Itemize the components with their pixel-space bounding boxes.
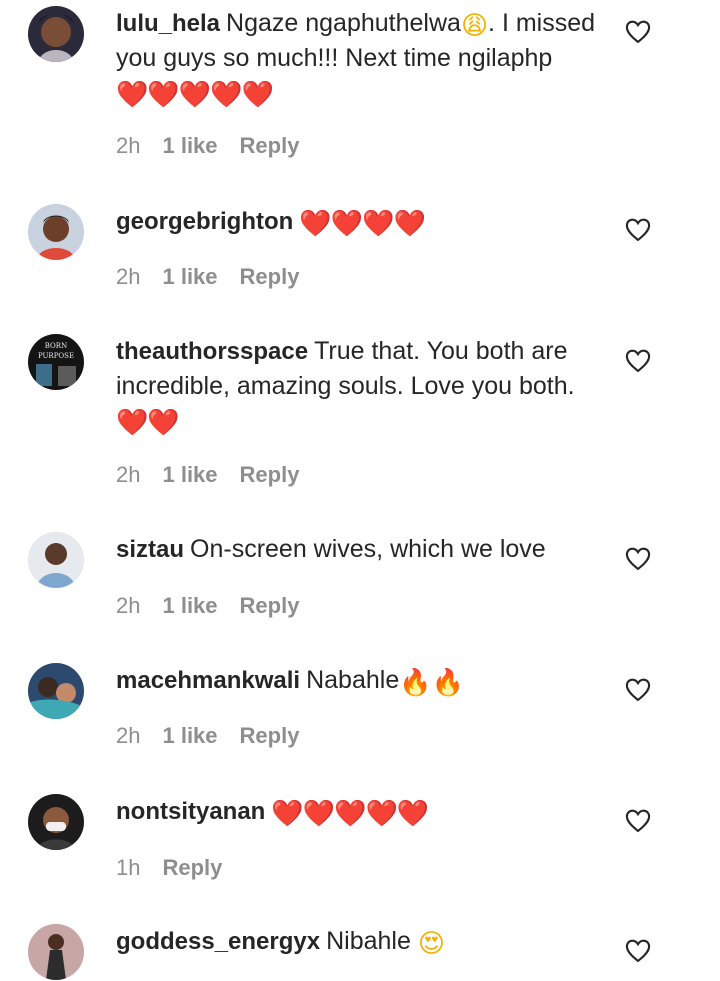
fire-emoji: 🔥🔥 — [399, 668, 464, 698]
comment-body: georgebrighton ❤️❤️❤️❤️ — [116, 204, 611, 239]
username[interactable]: siztau — [116, 536, 184, 563]
like-heart-icon[interactable] — [624, 216, 652, 244]
reply-button[interactable]: Reply — [240, 592, 300, 620]
timestamp: 2h — [116, 462, 141, 487]
like-heart-icon[interactable] — [624, 807, 652, 835]
comment-body: lulu_hela Ngaze ngaphuthelwa😩. I missed y… — [116, 6, 611, 110]
avatar-image — [28, 794, 84, 850]
comment-item: lulu_hela Ngaze ngaphuthelwa😩. I missed y… — [0, 0, 720, 180]
avatar-image — [28, 532, 84, 588]
avatar[interactable]: BORN PURPOSE — [28, 334, 84, 390]
likes-count[interactable]: 1 like — [162, 132, 217, 160]
comment-text: Nabahle — [306, 666, 400, 694]
red-heart-emoji: ❤️❤️❤️❤️ — [299, 209, 425, 239]
username[interactable]: nontsityanan — [116, 798, 265, 825]
comment-item: siztau On-screen wives, which we love 2h … — [0, 528, 720, 638]
timestamp: 1h — [116, 855, 141, 880]
red-heart-emoji: ❤️❤️❤️❤️❤️ — [116, 80, 274, 110]
avatar[interactable] — [28, 924, 84, 980]
comment-body: macehmankwali Nabahle🔥🔥 — [116, 663, 611, 698]
comment-body: siztau On-screen wives, which we love — [116, 532, 611, 567]
like-heart-icon[interactable] — [624, 545, 652, 573]
username[interactable]: theauthorsspace — [116, 338, 308, 365]
comment-meta: 2h 1 like Reply — [116, 132, 299, 160]
like-heart-icon[interactable] — [624, 676, 652, 704]
reply-button[interactable]: Reply — [162, 854, 222, 882]
avatar-image — [28, 924, 84, 980]
likes-count[interactable]: 1 like — [162, 722, 217, 750]
reply-button[interactable]: Reply — [240, 461, 300, 489]
comment-item: goddess_energyx Nibahle 😍 — [0, 920, 720, 981]
comment-meta: 2h 1 like Reply — [116, 592, 299, 620]
timestamp: 2h — [116, 593, 141, 618]
username[interactable]: lulu_hela — [116, 10, 220, 37]
username[interactable]: goddess_energyx — [116, 928, 320, 955]
comment-text: Ngaze ngaphuthelwa — [226, 9, 461, 37]
timestamp: 2h — [116, 723, 141, 748]
avatar-image — [28, 6, 84, 62]
avatar[interactable] — [28, 663, 84, 719]
comment-meta: 2h 1 like Reply — [116, 722, 299, 750]
like-heart-icon[interactable] — [624, 937, 652, 965]
reply-button[interactable]: Reply — [240, 263, 300, 291]
avatar[interactable] — [28, 204, 84, 260]
red-heart-emoji: ❤️❤️❤️❤️❤️ — [271, 799, 429, 829]
avatar-book-title-line-1: BORN — [45, 342, 67, 350]
like-heart-icon[interactable] — [624, 347, 652, 375]
comment-item: BORN PURPOSE theauthorsspace True that. Y… — [0, 330, 720, 510]
like-heart-icon[interactable] — [624, 18, 652, 46]
comment-item: georgebrighton ❤️❤️❤️❤️ 2h 1 like Reply — [0, 200, 720, 310]
comment-body: goddess_energyx Nibahle 😍 — [116, 924, 611, 959]
timestamp: 2h — [116, 133, 141, 158]
comment-meta: 2h 1 like Reply — [116, 263, 299, 291]
reply-button[interactable]: Reply — [240, 132, 300, 160]
red-heart-emoji: ❤️❤️ — [116, 408, 180, 438]
weary-face-emoji: 😩 — [460, 11, 489, 41]
comment-item: macehmankwali Nabahle🔥🔥 2h 1 like Reply — [0, 659, 720, 769]
comment-meta: 2h 1 like Reply — [116, 461, 299, 489]
comment-body: theauthorsspace True that. You both are i… — [116, 334, 611, 438]
likes-count[interactable]: 1 like — [162, 592, 217, 620]
likes-count[interactable]: 1 like — [162, 263, 217, 291]
comment-text: Nibahle — [326, 927, 418, 955]
avatar-image: BORN PURPOSE — [28, 334, 84, 390]
avatar-book-title-line-2: PURPOSE — [38, 352, 74, 360]
username[interactable]: macehmankwali — [116, 667, 300, 694]
avatar-image — [28, 204, 84, 260]
comment-body: nontsityanan ❤️❤️❤️❤️❤️ — [116, 794, 611, 829]
username[interactable]: georgebrighton — [116, 208, 293, 235]
likes-count[interactable]: 1 like — [162, 461, 217, 489]
comment-item: nontsityanan ❤️❤️❤️❤️❤️ 1h Reply — [0, 790, 720, 900]
avatar[interactable] — [28, 6, 84, 62]
avatar-image — [28, 663, 84, 719]
comment-meta: 1h Reply — [116, 854, 222, 882]
comment-text: On-screen wives, which we love — [190, 535, 546, 563]
timestamp: 2h — [116, 264, 141, 289]
heart-eyes-emoji: 😍 — [417, 929, 445, 959]
avatar[interactable] — [28, 794, 84, 850]
avatar[interactable] — [28, 532, 84, 588]
reply-button[interactable]: Reply — [240, 722, 300, 750]
